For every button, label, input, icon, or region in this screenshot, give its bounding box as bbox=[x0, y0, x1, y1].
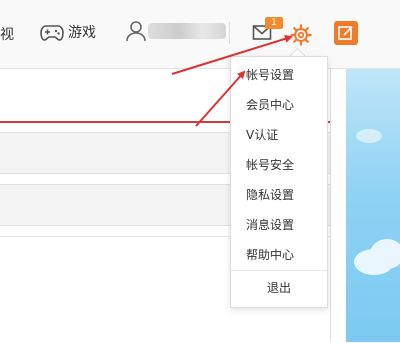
nav-user[interactable] bbox=[126, 20, 226, 42]
menu-item-account-settings[interactable]: 帐号设置 bbox=[231, 60, 327, 90]
gamepad-icon bbox=[40, 25, 64, 41]
menu-divider bbox=[231, 270, 327, 271]
user-icon bbox=[126, 21, 146, 42]
gear-icon[interactable] bbox=[290, 24, 312, 46]
edit-icon bbox=[338, 26, 353, 40]
mail-count-badge: 1 bbox=[265, 17, 283, 29]
cloud-shape bbox=[356, 129, 382, 143]
menu-item-v-verification[interactable]: V认证 bbox=[231, 120, 327, 150]
top-nav: 视 游戏 1 bbox=[0, 0, 400, 69]
settings-dropdown: 帐号设置 会员中心 V认证 帐号安全 隐私设置 消息设置 帮助中心 退出 bbox=[230, 56, 328, 308]
menu-item-account-security[interactable]: 帐号安全 bbox=[231, 150, 327, 180]
nav-item-partial[interactable]: 视 bbox=[0, 24, 14, 44]
menu-item-member-center[interactable]: 会员中心 bbox=[231, 90, 327, 120]
menu-item-logout[interactable]: 退出 bbox=[231, 273, 327, 303]
menu-item-message-settings[interactable]: 消息设置 bbox=[231, 210, 327, 240]
nav-game-link[interactable]: 游戏 bbox=[40, 22, 96, 42]
menu-item-help-center[interactable]: 帮助中心 bbox=[231, 240, 327, 270]
username-blurred bbox=[148, 23, 226, 39]
cloud-shape bbox=[370, 239, 400, 269]
menu-item-privacy-settings[interactable]: 隐私设置 bbox=[231, 180, 327, 210]
content-border bbox=[330, 69, 331, 342]
sky-background bbox=[346, 69, 400, 342]
compose-button[interactable] bbox=[334, 21, 358, 45]
nav-game-label: 游戏 bbox=[68, 25, 96, 41]
nav-divider bbox=[229, 22, 230, 44]
